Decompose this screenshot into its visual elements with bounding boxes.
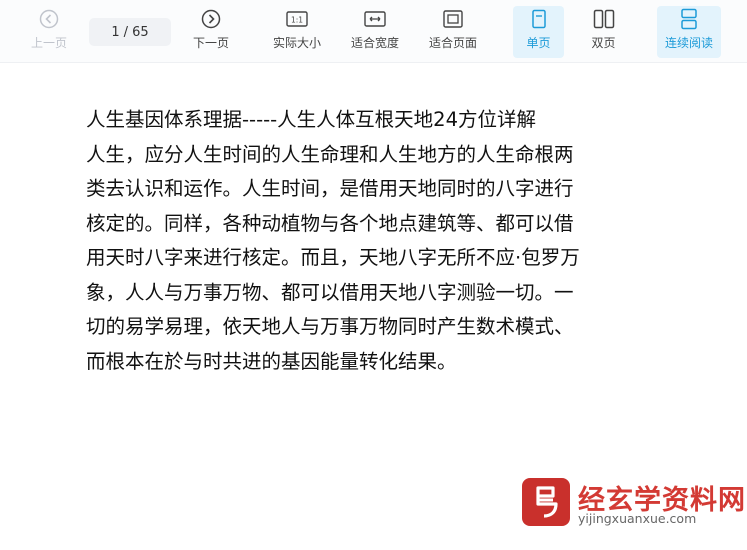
double-page-label: 双页 (591, 36, 616, 50)
fit-page-label: 适合页面 (428, 36, 477, 50)
double-page-icon (593, 6, 615, 32)
actual-size-button[interactable]: 1:1 实际大小 (266, 6, 328, 58)
site-watermark: 经玄学资料网 yijingxuanxue.com (522, 478, 745, 530)
site-logo-icon (522, 478, 570, 526)
page-current[interactable]: 1 (111, 25, 119, 40)
page-number-box[interactable]: 1 / 65 (89, 18, 171, 46)
actual-size-icon: 1:1 (286, 6, 308, 32)
site-url: yijingxuanxue.com (578, 511, 697, 526)
doc-line: 核定的。同样，各种动植物与各个地点建筑等、都可以借 (86, 211, 574, 235)
doc-line: 用天时八字来进行核定。而且，天地八字无所不应·包罗万 (86, 246, 580, 269)
continuous-read-icon (680, 6, 698, 32)
next-page-button[interactable]: 下一页 (184, 6, 238, 58)
svg-text:1:1: 1:1 (291, 16, 303, 25)
doc-line: 而根本在於与时共进的基因能量转化结果。 (86, 349, 457, 373)
document-page-text: 人生基因体系理据-----人生人体互根天地24方位详解 人生，应分人生时间的人生… (86, 103, 686, 379)
single-page-button[interactable]: 单页 (513, 6, 564, 58)
continuous-read-label: 连续阅读 (664, 36, 713, 50)
doc-line: 人生，应分人生时间的人生命理和人生地方的人生命根两 (86, 142, 574, 166)
fit-width-button[interactable]: 适合宽度 (344, 6, 406, 58)
reader-toolbar: 上一页 1 / 65 下一页 1:1 实际大小 适合宽度 适合页面 单页 双页 … (0, 0, 747, 63)
continuous-read-button[interactable]: 连续阅读 (657, 6, 721, 58)
chevron-right-circle-icon (201, 6, 221, 32)
single-page-icon (530, 6, 548, 32)
fit-width-icon (364, 6, 386, 32)
doc-line: 类去认识和运作。人生时间，是借用天地同时的八字进行 (86, 177, 574, 200)
double-page-button[interactable]: 双页 (578, 6, 629, 58)
next-page-label: 下一页 (192, 36, 229, 50)
fit-width-label: 适合宽度 (350, 36, 399, 50)
prev-page-label: 上一页 (30, 36, 67, 50)
page-total: 65 (132, 24, 149, 40)
doc-line: 切的易学易理，依天地人与万事万物同时产生数术模式、 (86, 315, 574, 338)
page-separator: / (123, 24, 129, 40)
fit-page-button[interactable]: 适合页面 (422, 6, 484, 58)
chevron-left-circle-icon (39, 6, 59, 32)
prev-page-button[interactable]: 上一页 (22, 6, 76, 58)
doc-line: 象，人人与万事万物、都可以借用天地八字测验一切。一 (86, 280, 574, 304)
fit-page-icon (442, 6, 464, 32)
single-page-label: 单页 (526, 36, 551, 50)
doc-line: 人生基因体系理据-----人生人体互根天地24方位详解 (86, 108, 536, 131)
actual-size-label: 实际大小 (272, 36, 321, 50)
